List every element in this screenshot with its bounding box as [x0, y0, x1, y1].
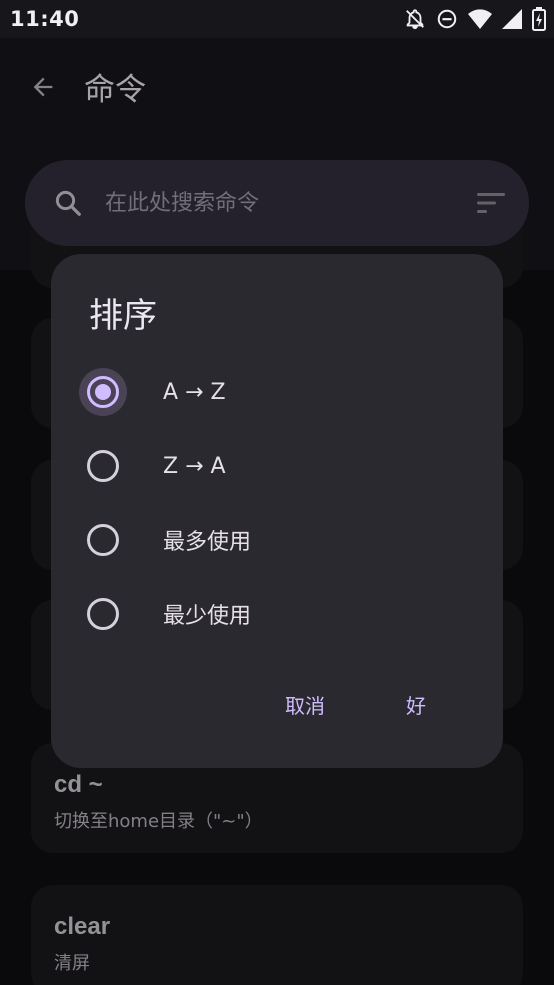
option-label: Z → A	[163, 453, 226, 479]
sort-option-z-a[interactable]: Z → A	[87, 436, 477, 496]
bell-off-icon	[406, 9, 424, 30]
battery-icon	[532, 7, 546, 31]
option-label: 最少使用	[163, 604, 252, 629]
option-label: 最多使用	[163, 530, 252, 555]
ok-button[interactable]: 好	[406, 690, 426, 719]
radio-ripple	[79, 590, 127, 638]
signal-icon	[502, 9, 522, 29]
sort-dialog: 排序 A → Z Z → A 最多使用 最少使用 取消 好	[51, 254, 503, 768]
cancel-button[interactable]: 取消	[285, 690, 325, 719]
radio-button[interactable]	[87, 598, 119, 630]
sort-option-most-used[interactable]: 最多使用	[87, 510, 477, 570]
dialog-title: 排序	[89, 296, 157, 336]
status-time: 11:40	[10, 7, 80, 31]
option-label: A → Z	[163, 379, 226, 405]
radio-ripple	[79, 516, 127, 564]
radio-ripple	[79, 442, 127, 490]
wifi-icon	[468, 9, 492, 29]
status-icons	[404, 7, 546, 31]
radio-ripple	[79, 368, 127, 416]
sort-option-least-used[interactable]: 最少使用	[87, 584, 477, 644]
radio-button[interactable]	[87, 450, 119, 482]
status-bar: 11:40	[0, 0, 554, 38]
radio-button[interactable]	[87, 376, 119, 408]
sort-option-a-z[interactable]: A → Z	[79, 362, 477, 422]
radio-button[interactable]	[87, 524, 119, 556]
do-not-disturb-icon	[437, 9, 457, 29]
